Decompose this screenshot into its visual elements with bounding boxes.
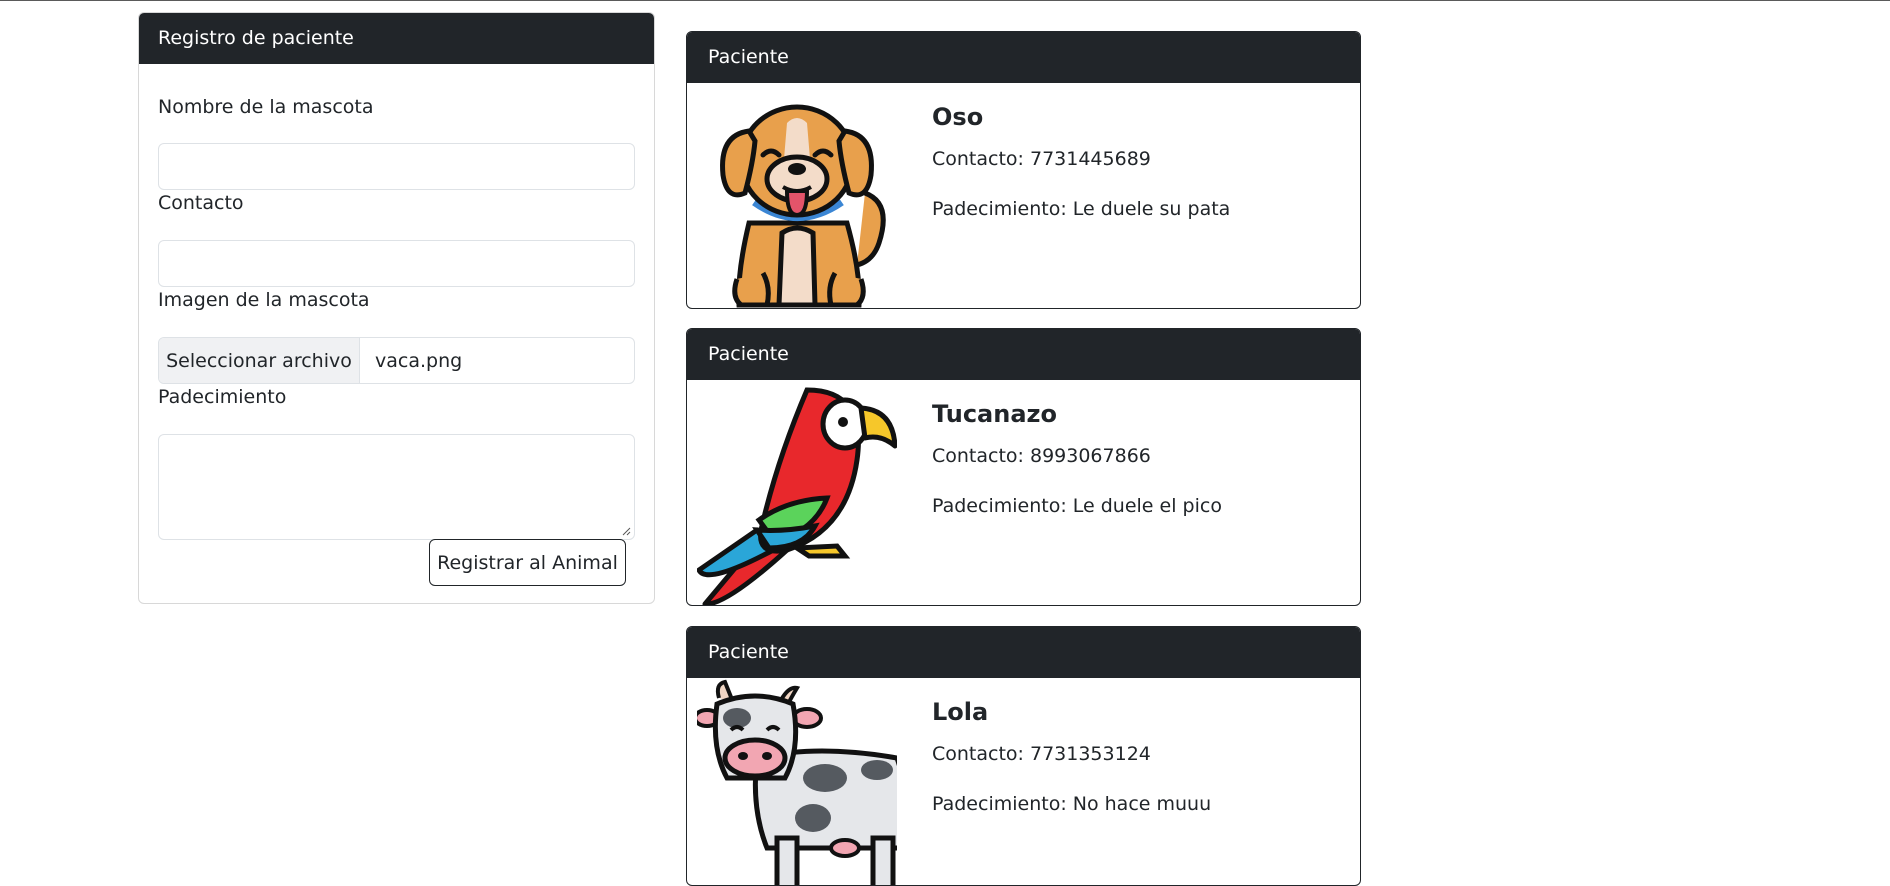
patient-card: Paciente (686, 626, 1361, 886)
register-animal-button[interactable]: Registrar al Animal (429, 539, 626, 586)
registration-form-header: Registro de paciente (139, 13, 654, 64)
patient-condition: Padecimiento: No hace muuu (932, 793, 1212, 815)
patient-card: Paciente Tucanazo Contacto: 8993067866 P… (686, 328, 1361, 606)
patient-name: Oso (932, 103, 984, 131)
pet-image-label: Imagen de la mascota (158, 289, 370, 311)
patient-name: Tucanazo (932, 400, 1057, 428)
cow-icon (697, 679, 897, 885)
patient-condition: Padecimiento: Le duele su pata (932, 198, 1231, 220)
parrot-icon (697, 387, 897, 605)
dog-icon (720, 104, 886, 308)
patient-contact: Contacto: 8993067866 (932, 445, 1151, 467)
patient-card: Paciente (686, 31, 1361, 309)
patient-name: Lola (932, 698, 989, 726)
contact-label: Contacto (158, 192, 244, 214)
patient-contact: Contacto: 7731445689 (932, 148, 1151, 170)
pet-image-file-input[interactable]: Seleccionar archivo vaca.png (158, 337, 635, 384)
condition-label: Padecimiento (158, 386, 287, 408)
patient-card-header: Paciente (687, 329, 1360, 380)
patient-card-header: Paciente (687, 627, 1360, 678)
pet-name-label: Nombre de la mascota (158, 96, 374, 118)
pet-name-input[interactable] (158, 143, 635, 190)
patient-condition: Padecimiento: Le duele el pico (932, 495, 1222, 517)
condition-textarea[interactable] (158, 434, 635, 540)
select-file-button[interactable]: Seleccionar archivo (159, 338, 360, 383)
contact-input[interactable] (158, 240, 635, 287)
resize-grip-icon[interactable] (622, 527, 631, 536)
selected-file-name: vaca.png (375, 349, 463, 372)
patient-contact: Contacto: 7731353124 (932, 743, 1151, 765)
registration-form-card: Registro de paciente Nombre de la mascot… (138, 12, 655, 604)
window-top-border (0, 0, 1890, 1)
patient-card-header: Paciente (687, 32, 1360, 83)
